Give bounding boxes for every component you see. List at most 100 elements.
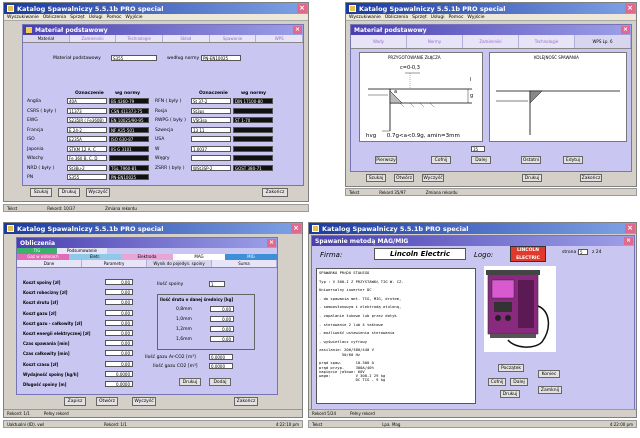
close-icon[interactable]: × bbox=[297, 4, 307, 13]
window-titlebar[interactable]: Katalog Spawalniczy 5.5.1b PRO special × bbox=[4, 3, 308, 14]
result-label: Koszt czasu [zł] bbox=[23, 361, 59, 367]
open-button[interactable]: Otwórz bbox=[394, 174, 414, 182]
last-button[interactable]: Ostatni bbox=[521, 156, 541, 164]
diameter-value: 0,00 bbox=[210, 326, 234, 332]
open-button[interactable]: Otwórz bbox=[96, 397, 118, 406]
norm-input[interactable]: PN-EN10025 bbox=[201, 55, 241, 61]
menu-item[interactable]: Sprzęt bbox=[412, 15, 426, 20]
search-button[interactable]: Szukaj bbox=[30, 188, 52, 197]
first-button[interactable]: Pierwszy bbox=[375, 156, 397, 164]
prev-button[interactable]: Cofnij bbox=[431, 156, 451, 164]
country-label: RWPG ( były ) bbox=[155, 118, 186, 123]
print-button[interactable]: Drukuj bbox=[500, 390, 520, 398]
close-button[interactable]: Zakończ bbox=[234, 397, 258, 406]
taskbar: Tekst Lpa. Mag 4:22:00 pm bbox=[308, 420, 637, 428]
tab[interactable]: Wady bbox=[351, 35, 407, 48]
clear-button[interactable]: Wyczyść bbox=[86, 188, 110, 197]
country-label: Francja bbox=[27, 127, 44, 133]
tab[interactable]: Normy bbox=[407, 35, 463, 48]
dim-l-label: l bbox=[470, 77, 472, 83]
record-number-input[interactable]: 35 bbox=[471, 146, 485, 152]
next-button[interactable]: Dalej bbox=[471, 156, 491, 164]
tab[interactable]: Dane bbox=[17, 260, 82, 267]
search-button[interactable]: Szukaj bbox=[366, 174, 386, 182]
app-icon bbox=[7, 5, 14, 12]
tab[interactable]: Technologie bbox=[116, 35, 164, 42]
column-header: Oznaczenie bbox=[199, 91, 228, 96]
close-button[interactable]: Zamknij bbox=[538, 386, 562, 394]
close-icon[interactable]: × bbox=[625, 4, 635, 13]
page-input[interactable]: 5 bbox=[578, 249, 588, 255]
app-icon bbox=[349, 5, 356, 12]
window-titlebar[interactable]: Katalog Spawalniczy 5.5.1b PRO special × bbox=[309, 223, 636, 234]
close-icon[interactable]: × bbox=[625, 224, 635, 233]
menu-item[interactable]: Pomoc bbox=[449, 15, 464, 20]
tab[interactable]: Technologie bbox=[519, 35, 575, 48]
tab[interactable]: Materiał bbox=[23, 35, 70, 42]
add-button[interactable]: Dodaj bbox=[209, 378, 231, 386]
result-value: 0,00 bbox=[105, 309, 133, 316]
norm-field bbox=[233, 145, 273, 152]
next-button[interactable]: Dalej bbox=[510, 378, 528, 386]
tab[interactable]: Zamienniki bbox=[463, 35, 519, 48]
menu-item[interactable]: Wyszukiwanie bbox=[349, 15, 381, 20]
window-wps: Katalog Spawalniczy 5.5.1b PRO special × … bbox=[345, 2, 637, 187]
tab[interactable]: Wynik do pojedyn. spoiny bbox=[147, 260, 212, 267]
print-button[interactable]: Drukuj bbox=[179, 378, 201, 386]
tab[interactable]: Zamienniki bbox=[69, 35, 117, 42]
close-icon[interactable]: × bbox=[621, 26, 630, 34]
layer-input[interactable]: 1 bbox=[209, 281, 225, 287]
result-value: 0,0000 bbox=[105, 381, 133, 387]
menu-item[interactable]: Obliczenia bbox=[43, 15, 66, 20]
menu-item[interactable]: Usługi bbox=[89, 15, 103, 20]
print-button[interactable]: Drukuj bbox=[58, 188, 80, 197]
clear-button[interactable]: Wyczyść bbox=[132, 397, 156, 406]
close-button[interactable]: Zakończ bbox=[580, 174, 602, 182]
close-icon[interactable]: × bbox=[293, 26, 302, 34]
menu-item[interactable]: Usługi bbox=[431, 15, 445, 20]
tab[interactable]: Suma bbox=[212, 260, 277, 267]
prev-button[interactable]: Cofnij bbox=[488, 378, 506, 386]
norm-field: ST 1-70 bbox=[233, 117, 273, 123]
end-button[interactable]: Koniec bbox=[538, 370, 560, 378]
print-button[interactable]: Drukuj bbox=[522, 174, 542, 182]
menu-item[interactable]: Wyjście bbox=[125, 15, 142, 20]
result-label: Koszt drutu [zł] bbox=[23, 300, 59, 306]
window-titlebar[interactable]: Katalog Spawalniczy 5.5.1b PRO special × bbox=[4, 223, 302, 234]
designation-field: VSt3sp bbox=[191, 117, 231, 123]
status-text: Rekord 5/24 bbox=[312, 411, 337, 416]
description-box[interactable]: SPAWARKA PRĄDU STAŁEGO Typ : V 300-I Z PR… bbox=[316, 268, 476, 404]
norm-field bbox=[233, 107, 273, 114]
norm-label: według normy bbox=[167, 56, 200, 61]
country-label: W bbox=[155, 146, 160, 152]
save-button[interactable]: Zapisz bbox=[64, 397, 86, 406]
status-text: Pełny rekord bbox=[350, 411, 375, 416]
clock: 4:22:00 pm bbox=[609, 421, 633, 427]
menu-item[interactable]: Sprzęt bbox=[70, 15, 84, 20]
menu-item[interactable]: Pomoc bbox=[107, 15, 122, 20]
start-button[interactable]: Początek bbox=[498, 364, 524, 372]
logo-label: Logo: bbox=[474, 251, 494, 259]
edit-button[interactable]: Edytuj bbox=[563, 156, 583, 164]
menu-item[interactable]: Wyszukiwanie bbox=[7, 15, 39, 20]
menu-item[interactable]: Obliczenia bbox=[385, 15, 408, 20]
close-icon[interactable]: × bbox=[624, 237, 633, 245]
panel-title: Obliczenia bbox=[20, 239, 56, 247]
tab[interactable]: WPS bbox=[256, 35, 303, 42]
close-icon[interactable]: × bbox=[267, 239, 276, 247]
tab-strip: Materiał Zamienniki Technologie Skład Spawan… bbox=[23, 35, 303, 43]
dim-c-label: c=0-0,3 bbox=[400, 65, 420, 71]
lincoln-logo: LINCOLN ELECTRIC bbox=[510, 246, 546, 262]
tab-strip: Wady Normy Zamienniki Technologie WPS Lp. 6 bbox=[351, 35, 631, 49]
tab[interactable]: WPS Lp. 6 bbox=[575, 35, 631, 48]
material-input[interactable]: S355 bbox=[111, 55, 157, 61]
window-title: Katalog Spawalniczy 5.5.1b PRO special bbox=[17, 224, 164, 233]
tab[interactable]: Skład bbox=[163, 35, 210, 42]
tab[interactable]: Parametry bbox=[82, 260, 147, 267]
tab[interactable]: Spawanie bbox=[209, 35, 257, 42]
close-icon[interactable]: × bbox=[291, 224, 301, 233]
close-button[interactable]: Zakończ bbox=[262, 188, 288, 197]
clear-button[interactable]: Wyczyść bbox=[422, 174, 444, 182]
window-titlebar[interactable]: Katalog Spawalniczy 5.5.1b PRO special × bbox=[346, 3, 636, 14]
menu-item[interactable]: Wyjście bbox=[467, 15, 484, 20]
